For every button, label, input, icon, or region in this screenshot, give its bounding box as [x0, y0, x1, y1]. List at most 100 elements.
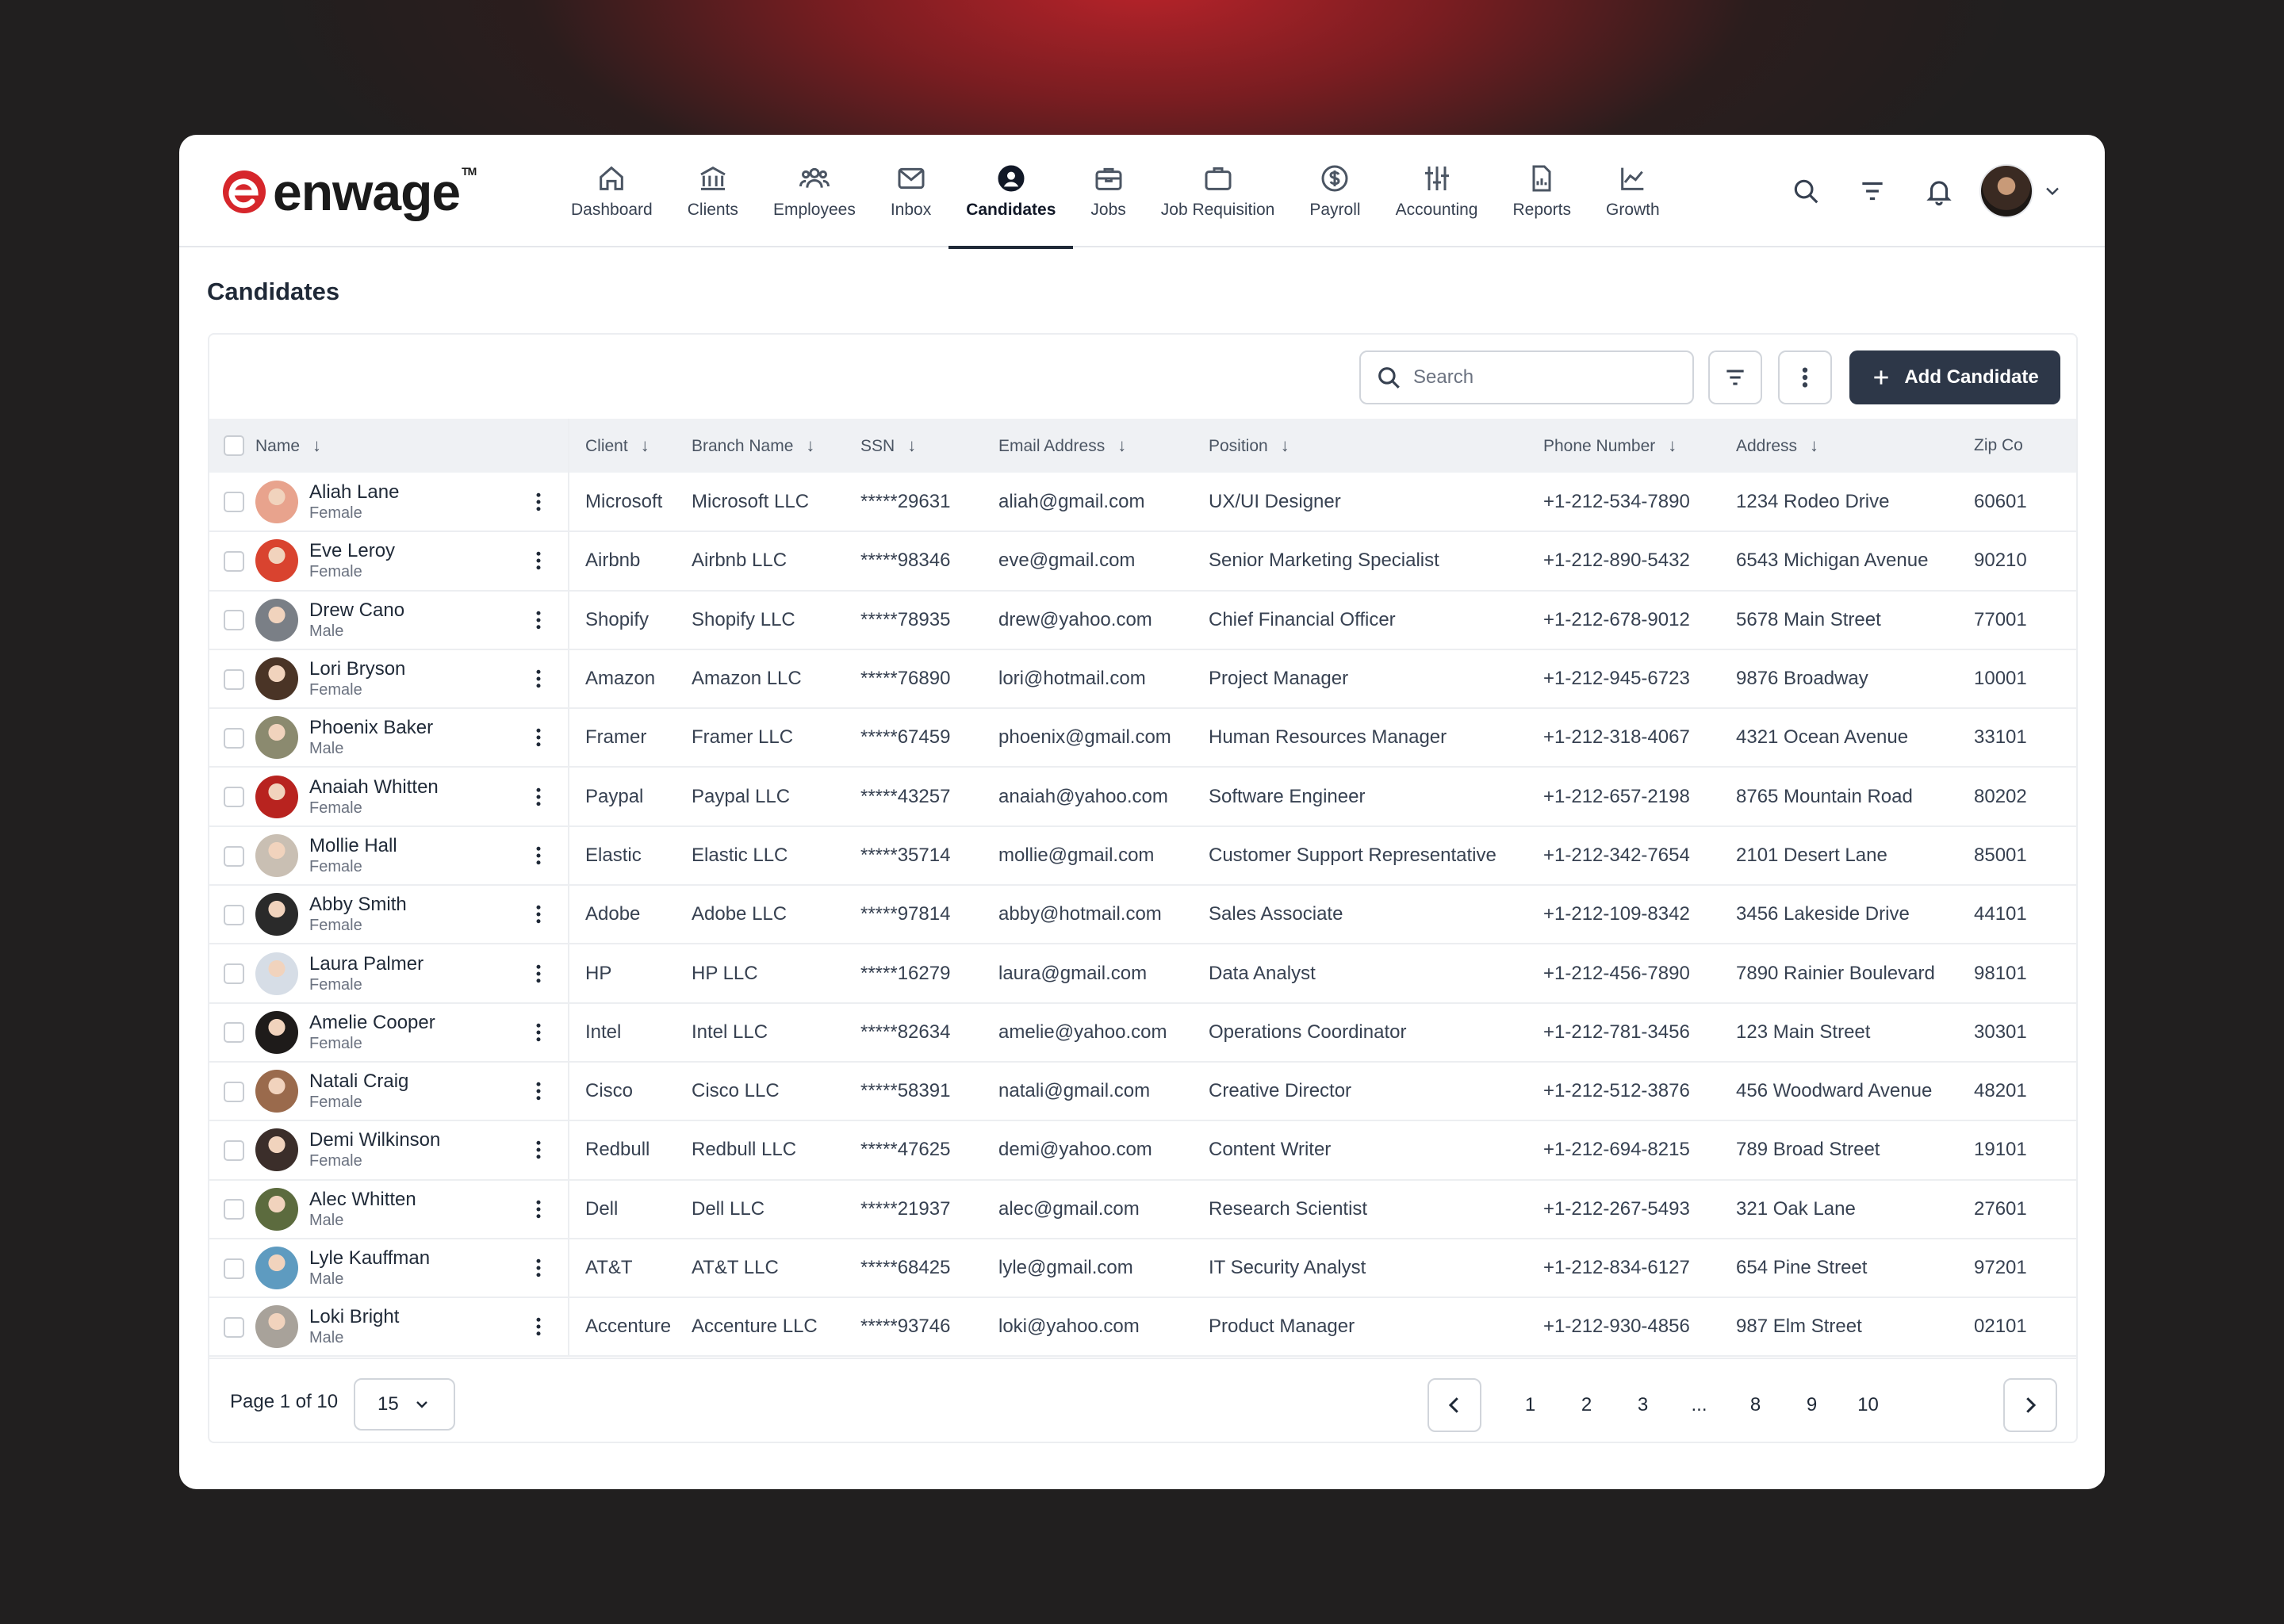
candidate-name[interactable]: Alec Whitten: [309, 1189, 527, 1211]
table-row[interactable]: Eve Leroy Female Airbnb Airbnb LLC *****9834…: [209, 531, 2076, 591]
sort-arrow-icon[interactable]: ↓: [641, 435, 650, 456]
table-row[interactable]: Laura Palmer Female HP HP LLC *****16279 laur…: [209, 944, 2076, 1003]
nav-item-jobs[interactable]: Jobs: [1073, 135, 1143, 247]
row-checkbox[interactable]: [224, 551, 244, 573]
nav-item-candidates[interactable]: Candidates: [948, 135, 1074, 249]
avatar[interactable]: [1979, 164, 2033, 218]
nav-item-dashboard[interactable]: Dashboard: [554, 135, 670, 247]
filter-lines-icon[interactable]: [1857, 176, 1887, 206]
more-vertical-icon[interactable]: [527, 608, 550, 632]
search-icon[interactable]: [1791, 176, 1821, 206]
candidate-name[interactable]: Phoenix Baker: [309, 717, 527, 739]
nav-item-growth[interactable]: Growth: [1588, 135, 1677, 247]
candidate-name[interactable]: Lori Bryson: [309, 658, 527, 680]
sort-arrow-icon[interactable]: ↓: [806, 435, 814, 456]
more-vertical-icon[interactable]: [527, 1256, 550, 1280]
page-number[interactable]: 3: [1615, 1394, 1671, 1416]
table-row[interactable]: Aliah Lane Female Microsoft Microsoft LLC **…: [209, 473, 2076, 532]
search-box[interactable]: [1359, 350, 1694, 404]
candidate-name[interactable]: Lyle Kauffman: [309, 1247, 527, 1270]
more-vertical-icon[interactable]: [527, 1079, 550, 1103]
sort-arrow-icon[interactable]: ↓: [1810, 435, 1818, 456]
candidate-name[interactable]: Aliah Lane: [309, 481, 527, 504]
page-number[interactable]: 1: [1502, 1394, 1558, 1416]
row-checkbox[interactable]: [224, 1140, 244, 1162]
table-row[interactable]: Natali Craig Female Cisco Cisco LLC *****583…: [209, 1061, 2076, 1121]
table-row[interactable]: Mollie Hall Female Elastic Elastic LLC *****…: [209, 825, 2076, 886]
candidate-name[interactable]: Amelie Cooper: [309, 1012, 527, 1034]
column-header-zip[interactable]: Zip Co: [1974, 436, 2023, 454]
table-row[interactable]: Loki Bright Male Accenture Accenture LLC ***…: [209, 1297, 2076, 1357]
candidate-name[interactable]: Anaiah Whitten: [309, 776, 527, 799]
row-checkbox[interactable]: [224, 1316, 244, 1338]
page-number[interactable]: 9: [1784, 1394, 1840, 1416]
row-checkbox[interactable]: [224, 610, 244, 631]
candidate-name[interactable]: Loki Bright: [309, 1306, 527, 1328]
column-header-branch[interactable]: Branch Name: [692, 437, 793, 455]
column-header-phone[interactable]: Phone Number: [1543, 437, 1655, 455]
enwage-logo[interactable]: enwage TM: [220, 166, 477, 218]
previous-page-button[interactable]: [1428, 1378, 1481, 1432]
nav-item-payroll[interactable]: Payroll: [1292, 135, 1378, 247]
candidate-name[interactable]: Drew Cano: [309, 599, 527, 622]
sort-arrow-icon[interactable]: ↓: [312, 435, 321, 456]
nav-item-inbox[interactable]: Inbox: [873, 135, 948, 247]
row-checkbox[interactable]: [224, 1258, 244, 1279]
row-checkbox[interactable]: [224, 787, 244, 808]
row-checkbox[interactable]: [224, 1199, 244, 1220]
sort-arrow-icon[interactable]: ↓: [1281, 435, 1290, 456]
nav-item-reports[interactable]: Reports: [1495, 135, 1588, 247]
nav-item-accounting[interactable]: Accounting: [1378, 135, 1496, 247]
candidate-name[interactable]: Eve Leroy: [309, 540, 527, 562]
more-vertical-icon[interactable]: [527, 490, 550, 514]
more-options-button[interactable]: [1778, 350, 1832, 404]
nav-item-employees[interactable]: Employees: [756, 135, 873, 247]
filter-button[interactable]: [1708, 350, 1762, 404]
table-row[interactable]: Demi Wilkinson Female Redbull Redbull LLC **…: [209, 1120, 2076, 1180]
add-candidate-button[interactable]: Add Candidate: [1849, 350, 2060, 404]
candidate-name[interactable]: Natali Craig: [309, 1071, 527, 1093]
candidate-name[interactable]: Mollie Hall: [309, 835, 527, 857]
more-vertical-icon[interactable]: [527, 785, 550, 809]
more-vertical-icon[interactable]: [527, 726, 550, 749]
table-row[interactable]: Alec Whitten Male Dell Dell LLC *****21937 al…: [209, 1179, 2076, 1239]
user-menu[interactable]: [1979, 164, 2064, 218]
page-number[interactable]: 2: [1558, 1394, 1615, 1416]
column-header-email[interactable]: Email Address: [998, 437, 1105, 455]
candidate-name[interactable]: Laura Palmer: [309, 953, 527, 975]
row-checkbox[interactable]: [224, 1022, 244, 1044]
row-checkbox[interactable]: [224, 492, 244, 513]
rows-per-page-select[interactable]: 15: [354, 1378, 455, 1431]
candidate-name[interactable]: Demi Wilkinson: [309, 1129, 527, 1151]
table-row[interactable]: Lori Bryson Female Amazon Amazon LLC *****76…: [209, 649, 2076, 709]
more-vertical-icon[interactable]: [527, 902, 550, 926]
column-header-name[interactable]: Name: [255, 437, 300, 455]
column-header-client[interactable]: Client: [585, 437, 628, 455]
bell-icon[interactable]: [1924, 176, 1954, 206]
column-header-address[interactable]: Address: [1736, 437, 1797, 455]
more-vertical-icon[interactable]: [527, 667, 550, 691]
more-vertical-icon[interactable]: [527, 1138, 550, 1162]
nav-item-clients[interactable]: Clients: [670, 135, 756, 247]
column-header-ssn[interactable]: SSN: [860, 437, 895, 455]
more-vertical-icon[interactable]: [527, 1315, 550, 1339]
more-vertical-icon[interactable]: [527, 962, 550, 986]
sort-arrow-icon[interactable]: ↓: [1668, 435, 1677, 456]
sort-arrow-icon[interactable]: ↓: [907, 435, 916, 456]
sort-arrow-icon[interactable]: ↓: [1117, 435, 1126, 456]
row-checkbox[interactable]: [224, 963, 244, 985]
row-checkbox[interactable]: [224, 668, 244, 690]
next-page-button[interactable]: [2003, 1378, 2057, 1432]
select-all-checkbox[interactable]: [224, 435, 244, 456]
chevron-down-icon[interactable]: [2041, 180, 2064, 202]
table-row[interactable]: Drew Cano Male Shopify Shopify LLC *****7893…: [209, 590, 2076, 649]
table-row[interactable]: Lyle Kauffman Male AT&T AT&T LLC *****68425 l…: [209, 1238, 2076, 1298]
candidate-name[interactable]: Abby Smith: [309, 894, 527, 916]
row-checkbox[interactable]: [224, 904, 244, 925]
table-row[interactable]: Phoenix Baker Male Framer Framer LLC *****67…: [209, 708, 2076, 768]
more-vertical-icon[interactable]: [527, 844, 550, 868]
column-header-position[interactable]: Position: [1209, 437, 1268, 455]
search-input[interactable]: [1413, 366, 1667, 389]
more-vertical-icon[interactable]: [527, 1021, 550, 1044]
more-vertical-icon[interactable]: [527, 1197, 550, 1221]
